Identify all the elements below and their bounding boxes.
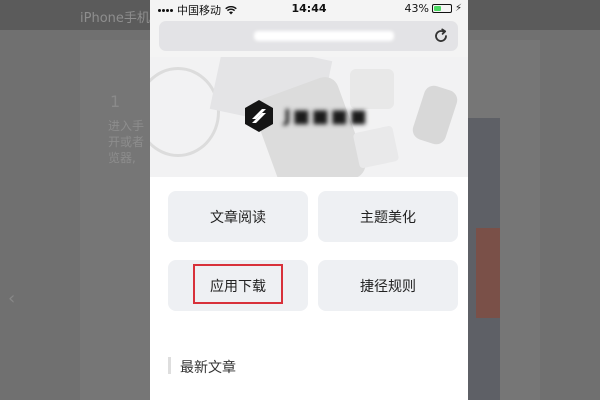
battery-icon bbox=[431, 4, 452, 13]
url-text-blurred bbox=[254, 31, 394, 41]
battery-percent: 43% bbox=[404, 2, 429, 15]
menu-button-app-download[interactable]: 应用下载 bbox=[168, 260, 308, 311]
menu-button-theme[interactable]: 主题美化 bbox=[318, 191, 458, 242]
background-step-number: 1 bbox=[110, 92, 121, 111]
latest-articles-heading: 最新文章 bbox=[180, 360, 236, 376]
status-bar: 中国移动 14:44 43% ⚡ bbox=[150, 0, 468, 17]
menu-button-article-reading[interactable]: 文章阅读 bbox=[168, 191, 308, 242]
app-logo-icon bbox=[245, 100, 273, 132]
chevron-left-icon: ‹ bbox=[8, 288, 16, 309]
charging-icon: ⚡ bbox=[454, 3, 462, 14]
reload-icon[interactable] bbox=[432, 27, 450, 45]
phone-screen: 中国移动 14:44 43% ⚡ J■■■■ 文章阅读 主题美化 应用下载 捷径… bbox=[150, 0, 468, 400]
hero-banner: J■■■■ bbox=[150, 57, 468, 177]
address-bar[interactable] bbox=[159, 21, 458, 51]
background-title: iPhone手机 bbox=[80, 11, 150, 26]
browser-toolbar bbox=[150, 17, 468, 57]
decorative-watch bbox=[410, 83, 460, 147]
site-name-blurred: J■■■■ bbox=[284, 105, 369, 127]
site-logo[interactable]: J■■■■ bbox=[242, 99, 369, 133]
decorative-cable bbox=[150, 67, 220, 157]
section-divider bbox=[168, 357, 171, 374]
menu-button-shortcut-rules[interactable]: 捷径规则 bbox=[318, 260, 458, 311]
